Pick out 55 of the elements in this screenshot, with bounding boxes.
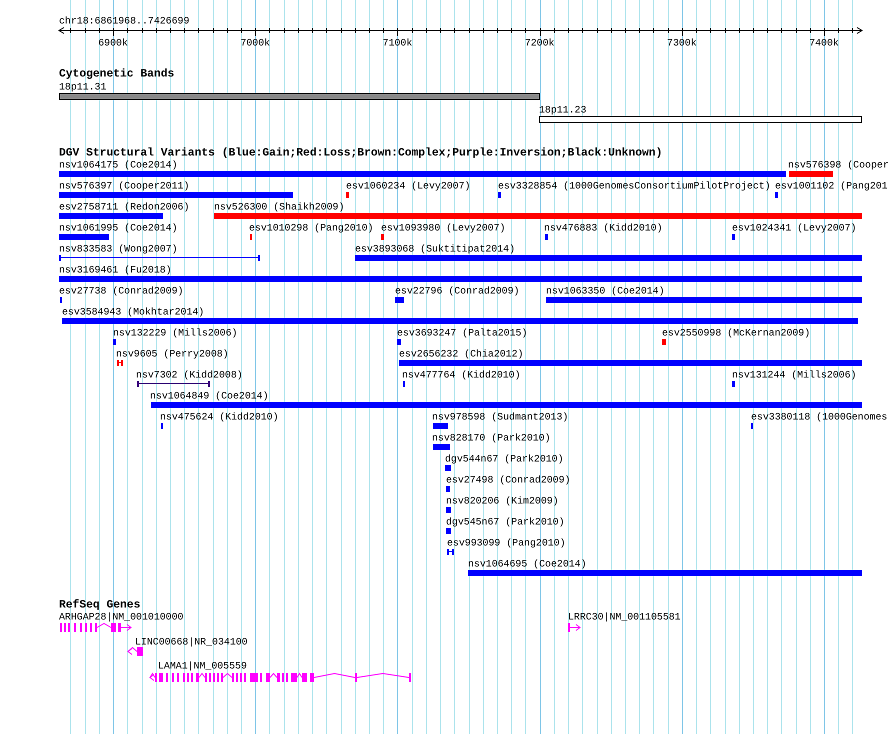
gene-label: LINC00668|NR_034100 (135, 636, 248, 648)
variant-label: nsv576397 (Cooper2011) (59, 180, 190, 192)
variant-label: nsv828170 (Park2010) (432, 432, 551, 444)
track-title: Cytogenetic Bands (59, 68, 174, 80)
variant-label: esv1010298 (Pang2010) (249, 222, 374, 234)
variant-label: esv2656232 (Chia2012) (399, 348, 524, 360)
variant-label: dgv545n67 (Park2010) (446, 516, 565, 528)
variant-label: esv2550998 (McKernan2009) (662, 328, 810, 338)
tick-label: 7300k (667, 38, 697, 48)
variant-label: nsv477764 (Kidd2010) (402, 370, 521, 380)
variant-label: nsv1064849 (Coe2014) (150, 390, 269, 402)
gene-label: LAMA1|NM_005559 (158, 660, 247, 672)
tick-label: 7200k (524, 38, 554, 48)
variant-label: nsv833583 (Wong2007) (59, 244, 178, 254)
variant-label: nsv475624 (Kidd2010) (160, 412, 279, 422)
band-label: 18p11.23 (539, 104, 586, 116)
tick-label: 7400k (809, 38, 839, 48)
variant-label: esv27498 (Conrad2009) (446, 474, 570, 486)
variant-label: nsv7302 (Kidd2008) (136, 370, 243, 380)
variant-label: nsv978598 (Sudmant2013) (432, 412, 568, 422)
variant-label: esv3328854 (1000GenomesConsortiumPilotProject) (498, 180, 771, 192)
variant-label: esv3693247 (Palta2015) (397, 328, 528, 338)
variant-label: nsv1064175 (Coe2014) (59, 160, 178, 170)
variant-label: dgv544n67 (Park2010) (445, 454, 564, 464)
position-label: chr18:6861968..7426699 (59, 16, 190, 26)
variant-label: nsv576398 (Cooper (788, 160, 889, 170)
variant-label: esv3584943 (Mokhtar2014) (62, 306, 204, 318)
gene-label: LRRC30|NM_001105581 (568, 612, 681, 622)
variant-label: nsv1064695 (Coe2014) (468, 558, 587, 570)
variant-label: nsv526300 (Shaikh2009) (214, 202, 344, 212)
variant-label: nsv476883 (Kidd2010) (544, 222, 663, 234)
track-title: RefSeq Genes (59, 600, 140, 612)
variant-label: esv3380118 (1000Genomes (751, 412, 888, 422)
variant-label: nsv820206 (Kim2009) (446, 496, 559, 506)
band-label: 18p11.31 (59, 82, 106, 92)
track-title: DGV Structural Variants (Blue:Gain;Red:Loss;Brown:Complex;Purple:Inversion;Black:Unknown) (59, 148, 662, 160)
variant-label: esv2758711 (Redon2006) (59, 202, 190, 212)
tick-label: 6900k (98, 38, 128, 48)
variant-label: esv3893068 (Suktitipat2014) (355, 244, 516, 254)
tick-label: 7100k (382, 38, 412, 48)
variant-label: nsv131244 (Mills2006) (732, 370, 856, 380)
variant-label: nsv1063350 (Coe2014) (546, 286, 665, 296)
variant-label: nsv132229 (Mills2006) (113, 328, 238, 338)
variant-label: esv1093980 (Levy2007) (381, 222, 506, 234)
variant-label: esv1001102 (Pang201 (775, 180, 888, 192)
variant-label: esv27738 (Conrad2009) (59, 286, 184, 296)
variant-label: esv1024341 (Levy2007) (732, 222, 856, 234)
variant-label: esv1060234 (Levy2007) (346, 180, 470, 192)
variant-label: nsv3169461 (Fu2018) (59, 264, 172, 276)
gene-label: ARHGAP28|NM_001010000 (59, 612, 184, 622)
variant-label: nsv1061995 (Coe2014) (59, 222, 178, 234)
variant-label: esv22796 (Conrad2009) (395, 286, 520, 296)
tick-label: 7000k (240, 38, 270, 48)
variant-label: nsv9605 (Perry2008) (116, 348, 229, 360)
variant-label: esv993099 (Pang2010) (447, 538, 566, 548)
